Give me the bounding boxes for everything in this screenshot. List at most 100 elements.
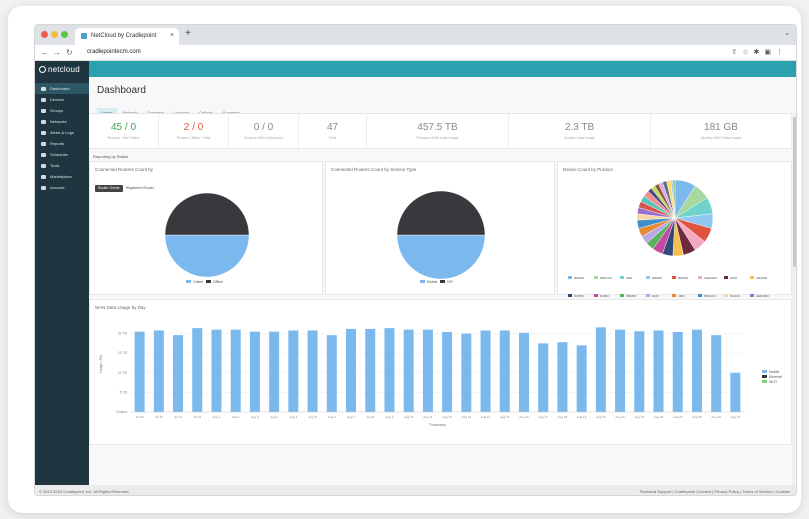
bar[interactable] <box>346 328 357 412</box>
sidebar-item-devices[interactable]: Devices <box>35 94 89 105</box>
legend-item[interactable]: IBR200 <box>672 276 698 280</box>
legend-item[interactable]: Mobile <box>762 370 782 374</box>
legend-item[interactable]: Wi-Fi <box>762 380 782 384</box>
x-tick-label: Aug 5 <box>309 415 317 419</box>
legend-item[interactable]: AER <box>620 276 646 280</box>
bar[interactable] <box>192 328 203 412</box>
pie-slice[interactable] <box>396 190 486 236</box>
legend-item[interactable]: AER2200 <box>698 276 724 280</box>
sidebar-item-marketplace[interactable]: Marketplace <box>35 171 89 182</box>
stat-value: 457.5 TB <box>417 122 458 133</box>
tools-icon <box>41 164 46 168</box>
bar[interactable] <box>153 330 164 412</box>
stat-card[interactable]: 47 Total <box>299 114 367 150</box>
legend-item[interactable]: E100 <box>646 294 672 298</box>
legend-item[interactable]: W1850 <box>568 294 594 298</box>
bar[interactable] <box>615 329 626 412</box>
bar[interactable] <box>288 330 299 412</box>
legend-label: IBR200 <box>678 276 689 280</box>
legend-item[interactable]: IBR900 <box>568 276 594 280</box>
sidebar-item-scheduler[interactable]: Scheduler <box>35 149 89 160</box>
legend-item[interactable]: IBR1100 <box>698 294 724 298</box>
section-label: Reporting by Status <box>93 154 129 159</box>
browser-toolbar-icons[interactable]: ⇧☆✱▣⋮ <box>731 48 788 56</box>
close-window-icon[interactable] <box>41 31 48 38</box>
stat-card[interactable]: 0 / 0 Routers With Unlicensed <box>229 114 299 150</box>
bar[interactable] <box>269 331 280 412</box>
bar[interactable] <box>365 328 376 412</box>
legend-item[interactable]: R1900 <box>594 294 620 298</box>
reload-icon[interactable]: ↻ <box>66 48 73 57</box>
bar[interactable] <box>307 330 318 412</box>
scrollbar-thumb[interactable] <box>793 117 796 267</box>
bar[interactable] <box>518 332 529 412</box>
footer-links[interactable]: Technical Support | Cradlepoint Connect … <box>640 489 790 494</box>
legend-item[interactable]: Ethernet <box>762 375 782 379</box>
address-bar: ← → ↻ cradlepointecm.com ⇧☆✱▣⋮ <box>35 45 796 61</box>
pie-slice[interactable] <box>396 234 486 280</box>
legend-item[interactable]: L950 <box>672 294 698 298</box>
bar[interactable] <box>249 331 260 412</box>
bar[interactable] <box>422 329 433 412</box>
sidebar-item-account[interactable]: Account <box>35 182 89 193</box>
legend-swatch <box>646 294 650 297</box>
bar[interactable] <box>211 329 222 412</box>
bar[interactable] <box>557 342 568 412</box>
bar[interactable] <box>230 329 241 412</box>
sidebar-item-networks[interactable]: Networks <box>35 116 89 127</box>
bar[interactable] <box>384 328 395 412</box>
sidebar-item-dashboard[interactable]: Dashboard <box>35 83 89 94</box>
legend-item[interactable]: MC400 <box>724 294 750 298</box>
bar[interactable] <box>461 333 472 412</box>
bar[interactable] <box>134 331 145 412</box>
footer: © 2013-2023 Cradlepoint, Inc. All Rights… <box>35 485 796 495</box>
x-tick-label: Aug 4 <box>289 415 297 419</box>
legend-swatch <box>672 294 676 297</box>
bar[interactable] <box>653 330 664 412</box>
close-tab-icon[interactable]: × <box>170 32 174 39</box>
bar[interactable] <box>326 335 337 412</box>
bar[interactable] <box>730 372 741 412</box>
maximize-window-icon[interactable] <box>61 31 68 38</box>
back-icon[interactable]: ← <box>41 48 49 57</box>
legend-swatch <box>762 370 767 373</box>
stat-card[interactable]: 2.3 TB Modem Data Usage <box>509 114 651 150</box>
bar[interactable] <box>403 329 414 412</box>
y-tick-label: 20 TB <box>118 332 128 336</box>
legend-item[interactable]: CBA850 <box>750 276 776 280</box>
bar[interactable] <box>634 331 645 412</box>
stat-label: Monthly WAN Data Usage <box>700 136 742 140</box>
forward-icon[interactable]: → <box>53 48 61 57</box>
bar[interactable] <box>595 327 606 412</box>
legend-item[interactable]: IBR350 <box>620 294 646 298</box>
bar[interactable] <box>576 345 587 412</box>
stat-card[interactable]: 45 / 0 Routers / Not Online <box>89 114 159 150</box>
bar[interactable] <box>480 330 491 412</box>
bar[interactable] <box>442 332 453 412</box>
stat-card[interactable]: 457.5 TB Previous WAN Data Usage <box>367 114 509 150</box>
bar[interactable] <box>538 343 549 412</box>
legend-item[interactable]: AER1600 <box>750 294 776 298</box>
stat-card[interactable]: 181 GB Monthly WAN Data Usage <box>651 114 792 150</box>
sidebar-item-alerts-logs[interactable]: Alerts & Logs <box>35 127 89 138</box>
bar[interactable] <box>711 335 722 412</box>
sidebar-item-groups[interactable]: Groups <box>35 105 89 116</box>
new-tab-icon[interactable]: + <box>185 28 191 39</box>
bar[interactable] <box>672 332 683 412</box>
bar[interactable] <box>691 329 702 412</box>
minimize-window-icon[interactable] <box>51 31 58 38</box>
legend-item[interactable]: IBR600 <box>646 276 672 280</box>
url-field[interactable]: cradlepointecm.com <box>87 49 141 55</box>
tab-search-icon[interactable]: ⌄ <box>784 29 790 37</box>
sidebar-item-reports[interactable]: Reports <box>35 138 89 149</box>
bar[interactable] <box>173 335 184 412</box>
stat-card[interactable]: 2 / 0 Routers Offline / Total <box>159 114 229 150</box>
browser-tab[interactable]: NetCloud by Cradlepoint × <box>75 28 179 45</box>
pie-slice[interactable] <box>164 192 250 236</box>
app-logo[interactable]: netcloud <box>39 65 80 74</box>
legend-item[interactable]: IBR1700 <box>594 276 620 280</box>
pie-slice[interactable] <box>164 234 250 278</box>
sidebar-item-tools[interactable]: Tools <box>35 160 89 171</box>
legend-item[interactable]: E300 <box>724 276 750 280</box>
bar[interactable] <box>499 330 510 412</box>
